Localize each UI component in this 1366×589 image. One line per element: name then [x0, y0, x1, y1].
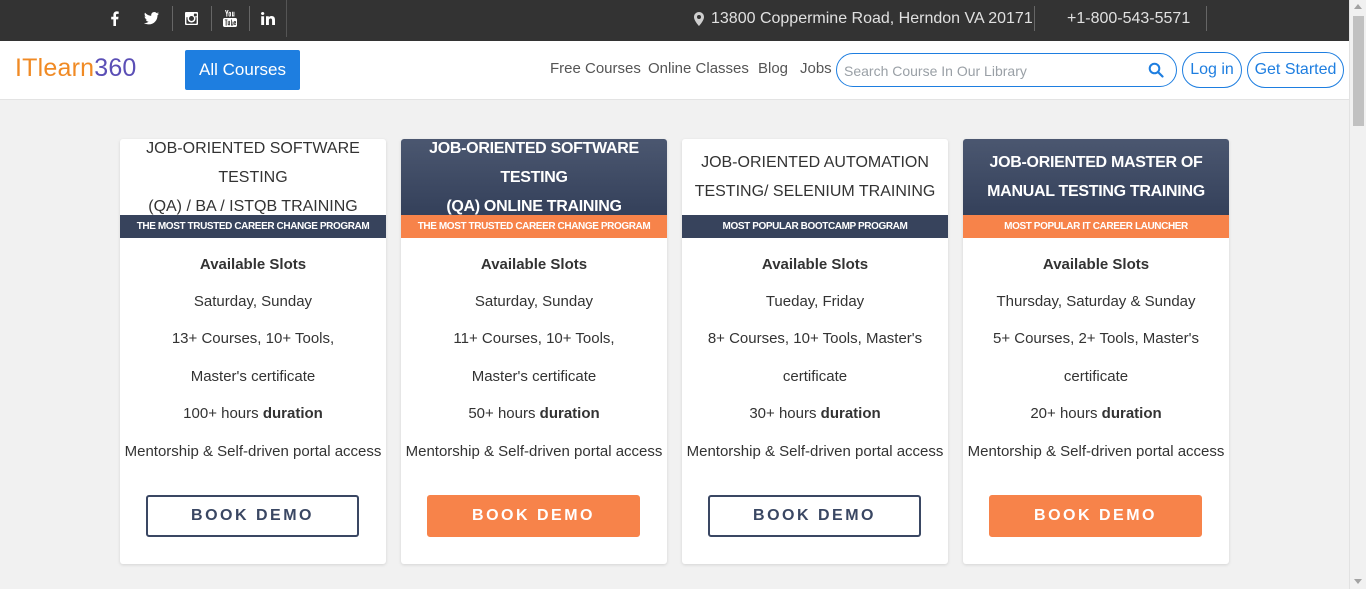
available-slots-label: Available Slots [480, 256, 588, 273]
hours-value: 20+ hours [1030, 405, 1098, 422]
hours-duration: 100+ hours duration [120, 395, 386, 433]
course-count: 11+ Courses, 10+ Tools, Master's certifi… [453, 330, 615, 385]
instagram-icon [184, 12, 198, 25]
duration-label: duration [1101, 405, 1162, 422]
twitter-icon [143, 12, 159, 25]
card-title-line: JOB-ORIENTED AUTOMATION [701, 154, 929, 171]
mentorship-text: Mentorship & Self-driven portal access [124, 442, 382, 460]
course-card: JOB-ORIENTED MASTER OF MANUAL TESTING TRA… [963, 139, 1229, 564]
scroll-up-arrow-icon[interactable] [1354, 4, 1362, 9]
card-body: Available Slots Saturday, Sunday 11+ Cou… [401, 256, 667, 471]
available-slots-label: Available Slots [199, 256, 307, 273]
info-divider [1034, 6, 1035, 31]
book-demo-button[interactable]: BOOK DEMO [989, 495, 1202, 537]
hours-duration: 20+ hours duration [963, 395, 1229, 433]
card-title: JOB-ORIENTED MASTER OF MANUAL TESTING TRA… [987, 148, 1205, 206]
nav-blog[interactable]: Blog [758, 60, 788, 77]
hours-duration: 30+ hours duration [682, 395, 948, 433]
hours-value: 100+ hours [183, 405, 259, 422]
linkedin-link[interactable] [249, 0, 287, 37]
top-bar: 13800 Coppermine Road, Herndon VA 20171 … [0, 0, 1349, 41]
card-title-line: (QA) / BA / ISTQB TRAINING [148, 197, 358, 215]
logo-text-360: 360 [94, 54, 137, 82]
slot-days: Thursday, Saturday & Sunday [996, 293, 1196, 310]
page-scrollbar[interactable] [1349, 0, 1366, 589]
map-marker-icon [694, 11, 704, 26]
facebook-link[interactable] [95, 0, 133, 37]
get-started-button[interactable]: Get Started [1247, 52, 1344, 88]
available-slots-label: Available Slots [1042, 256, 1150, 273]
book-demo-button[interactable]: BOOK DEMO [427, 495, 640, 537]
hours-duration: 50+ hours duration [401, 395, 667, 433]
available-slots-label: Available Slots [761, 256, 869, 273]
linkedin-icon [260, 12, 275, 25]
card-title-line: MANUAL TESTING TRAINING [987, 183, 1205, 200]
book-demo-button[interactable]: BOOK DEMO [146, 495, 359, 537]
search-input[interactable] [844, 61, 1134, 81]
info-divider [1206, 6, 1207, 31]
card-title-line: (QA) ONLINE TRAINING [446, 197, 622, 215]
card-header: JOB-ORIENTED MASTER OF MANUAL TESTING TRA… [963, 139, 1229, 215]
course-card: JOB-ORIENTED SOFTWARE TESTING (QA) / BA /… [120, 139, 386, 564]
card-header: JOB-ORIENTED SOFTWARE TESTING (QA) ONLINE… [401, 139, 667, 215]
site-logo[interactable]: ITlearn360 [15, 54, 137, 83]
hours-value: 50+ hours [468, 405, 536, 422]
course-card: JOB-ORIENTED SOFTWARE TESTING (QA) ONLINE… [401, 139, 667, 564]
instagram-link[interactable] [172, 0, 210, 37]
search-icon[interactable] [1148, 62, 1164, 78]
youtube-icon [223, 10, 237, 27]
scrollbar-thumb[interactable] [1353, 16, 1364, 126]
login-button[interactable]: Log in [1182, 52, 1242, 88]
twitter-link[interactable] [132, 0, 170, 37]
facebook-icon [110, 11, 119, 26]
nav-online-classes[interactable]: Online Classes [648, 60, 749, 77]
slot-days: Saturday, Sunday [193, 293, 313, 310]
card-title-line: JOB-ORIENTED SOFTWARE TESTING [146, 139, 360, 186]
card-title: JOB-ORIENTED SOFTWARE TESTING (QA) ONLINE… [405, 139, 663, 221]
main-header: ITlearn360 All Courses Free Courses Onli… [0, 41, 1349, 100]
nav-free-courses[interactable]: Free Courses [550, 60, 641, 77]
duration-label: duration [820, 405, 881, 422]
card-body: Available Slots Thursday, Saturday & Sun… [963, 256, 1229, 471]
slot-days: Tueday, Friday [765, 293, 865, 310]
course-count: 8+ Courses, 10+ Tools, Master's certific… [707, 330, 923, 385]
card-body: Available Slots Saturday, Sunday 13+ Cou… [120, 256, 386, 471]
mentorship-text: Mentorship & Self-driven portal access [405, 442, 663, 460]
card-ribbon: MOST POPULAR IT CAREER LAUNCHER [963, 215, 1229, 238]
youtube-link[interactable] [211, 0, 249, 37]
slot-days: Saturday, Sunday [474, 293, 594, 310]
card-ribbon: MOST POPULAR BOOTCAMP PROGRAM [682, 215, 948, 238]
card-title-line: TESTING/ SELENIUM TRAINING [694, 183, 936, 200]
card-title-line: JOB-ORIENTED MASTER OF [989, 154, 1203, 171]
card-header: JOB-ORIENTED AUTOMATION TESTING/ SELENIUM… [682, 139, 948, 215]
card-header: JOB-ORIENTED SOFTWARE TESTING (QA) / BA /… [120, 139, 386, 215]
duration-label: duration [262, 405, 323, 422]
all-courses-button[interactable]: All Courses [185, 50, 300, 90]
hours-value: 30+ hours [749, 405, 817, 422]
address-text: 13800 Coppermine Road, Herndon VA 20171 [711, 9, 1033, 27]
address-block: 13800 Coppermine Road, Herndon VA 20171 [694, 0, 1033, 37]
book-demo-button[interactable]: BOOK DEMO [708, 495, 921, 537]
phone-text[interactable]: +1-800-543-5571 [1067, 10, 1190, 28]
logo-text-itlearn: ITlearn [15, 54, 95, 82]
nav-jobs[interactable]: Jobs [800, 60, 832, 77]
scroll-down-arrow-icon[interactable] [1354, 579, 1362, 584]
mentorship-text: Mentorship & Self-driven portal access [967, 442, 1225, 460]
card-title: JOB-ORIENTED AUTOMATION TESTING/ SELENIUM… [695, 148, 936, 206]
card-title: JOB-ORIENTED SOFTWARE TESTING (QA) / BA /… [124, 139, 382, 221]
search-box [836, 53, 1177, 87]
duration-label: duration [539, 405, 600, 422]
phone-block[interactable]: +1-800-543-5571 [1067, 0, 1190, 37]
card-body: Available Slots Tueday, Friday 8+ Course… [682, 256, 948, 471]
card-title-line: JOB-ORIENTED SOFTWARE TESTING [429, 139, 639, 186]
mentorship-text: Mentorship & Self-driven portal access [686, 442, 944, 460]
course-card: JOB-ORIENTED AUTOMATION TESTING/ SELENIUM… [682, 139, 948, 564]
course-count: 13+ Courses, 10+ Tools, Master's certifi… [171, 330, 335, 385]
course-count: 5+ Courses, 2+ Tools, Master's certifica… [992, 330, 1199, 385]
